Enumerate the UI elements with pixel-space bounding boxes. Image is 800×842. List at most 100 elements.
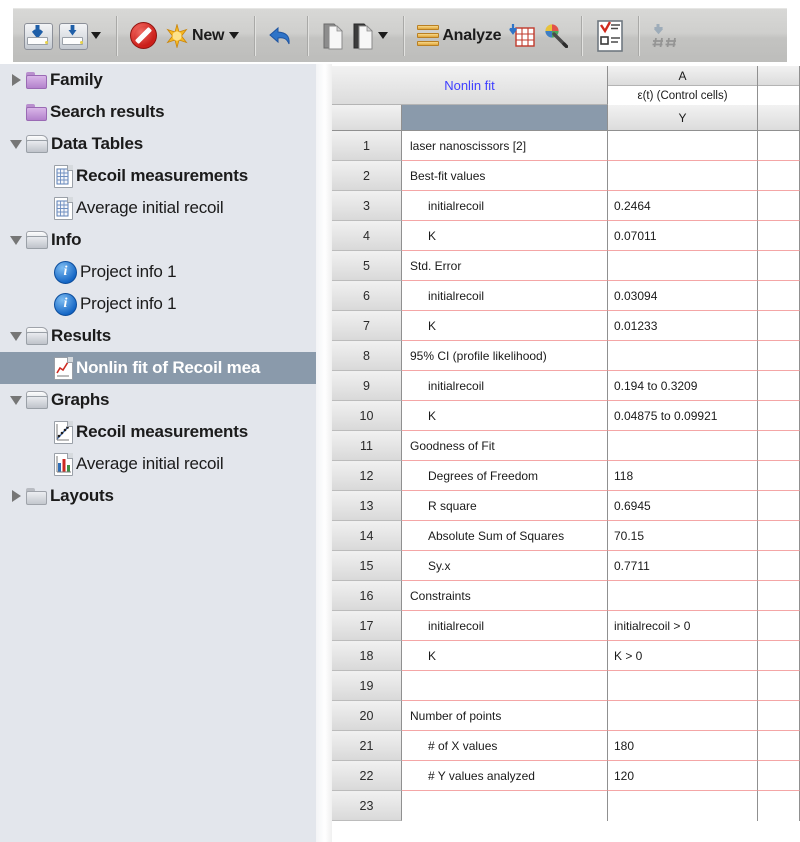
column-a-cell[interactable]: 0.194 to 0.3209 <box>608 371 758 401</box>
column-b-cell[interactable] <box>758 131 800 161</box>
sidebar-item-project-info-1[interactable]: i Project info 1 <box>0 288 316 320</box>
column-a-cell[interactable]: 0.7711 <box>608 551 758 581</box>
column-a-cell[interactable]: 0.07011 <box>608 221 758 251</box>
row-label-cell[interactable] <box>402 791 608 821</box>
row-number[interactable]: 9 <box>332 371 402 401</box>
navigator-sidebar[interactable]: Family Search results Data Tables Recoil me… <box>0 64 316 842</box>
sidebar-item-graphs[interactable]: Graphs <box>0 384 316 416</box>
row-label-cell[interactable]: K <box>402 641 608 671</box>
column-a-cell[interactable]: K > 0 <box>608 641 758 671</box>
column-b-subtitle[interactable] <box>758 86 799 105</box>
column-a-cell[interactable]: 70.15 <box>608 521 758 551</box>
chevron-down-icon[interactable] <box>91 32 101 39</box>
copy-page-button[interactable] <box>317 14 347 58</box>
column-b-cell[interactable] <box>758 491 800 521</box>
paste-page-button[interactable] <box>347 14 394 58</box>
column-b-cell[interactable] <box>758 611 800 641</box>
column-a-cell[interactable] <box>608 131 758 161</box>
disclosure-triangle-down-icon[interactable] <box>6 385 26 415</box>
row-number[interactable]: 15 <box>332 551 402 581</box>
row-number[interactable]: 10 <box>332 401 402 431</box>
row-label-cell[interactable] <box>402 671 608 701</box>
column-a-cell[interactable] <box>608 431 758 461</box>
column-a-cell[interactable]: 0.6945 <box>608 491 758 521</box>
column-b-cell[interactable] <box>758 251 800 281</box>
sidebar-item-search-results[interactable]: Search results <box>0 96 316 128</box>
column-b-cell[interactable] <box>758 371 800 401</box>
row-number[interactable]: 14 <box>332 521 402 551</box>
column-b-cell[interactable] <box>758 791 800 821</box>
column-a-cell[interactable]: 0.01233 <box>608 311 758 341</box>
column-b-cell[interactable] <box>758 281 800 311</box>
column-a-cell[interactable]: initialrecoil > 0 <box>608 611 758 641</box>
sidebar-item-project-info-1[interactable]: i Project info 1 <box>0 256 316 288</box>
row-number[interactable]: 11 <box>332 431 402 461</box>
analyze-button[interactable]: Analyze <box>413 14 505 58</box>
row-label-cell[interactable]: initialrecoil <box>402 191 608 221</box>
row-number[interactable]: 4 <box>332 221 402 251</box>
prohibit-button[interactable] <box>126 14 161 58</box>
column-b-cell[interactable] <box>758 191 800 221</box>
column-b-cell[interactable] <box>758 581 800 611</box>
row-label-cell[interactable]: K <box>402 401 608 431</box>
column-b-cell[interactable] <box>758 521 800 551</box>
column-b-cell[interactable] <box>758 551 800 581</box>
column-b-cell[interactable] <box>758 761 800 791</box>
sidebar-item-info[interactable]: Info <box>0 224 316 256</box>
column-b-cell[interactable] <box>758 461 800 491</box>
undo-button[interactable] <box>264 14 298 58</box>
row-label-cell[interactable]: K <box>402 311 608 341</box>
row-label-cell[interactable]: # Y values analyzed <box>402 761 608 791</box>
row-number[interactable]: 16 <box>332 581 402 611</box>
column-a-cell[interactable] <box>608 161 758 191</box>
column-b-cell[interactable] <box>758 311 800 341</box>
row-label-cell[interactable]: Goodness of Fit <box>402 431 608 461</box>
sidebar-item-results[interactable]: Results <box>0 320 316 352</box>
sheet-corner-cell[interactable] <box>332 105 402 131</box>
row-number[interactable]: 5 <box>332 251 402 281</box>
column-a-cell[interactable]: 118 <box>608 461 758 491</box>
export-tray-button[interactable] <box>55 14 107 58</box>
column-b-cell[interactable] <box>758 161 800 191</box>
sidebar-item-data-tables[interactable]: Data Tables <box>0 128 316 160</box>
row-number[interactable]: 19 <box>332 671 402 701</box>
row-number[interactable]: 20 <box>332 701 402 731</box>
disclosure-triangle-down-icon[interactable] <box>6 321 26 351</box>
row-label-cell[interactable]: initialrecoil <box>402 371 608 401</box>
column-b-cell[interactable] <box>758 401 800 431</box>
row-label-cell[interactable]: 95% CI (profile likelihood) <box>402 341 608 371</box>
row-label-cell[interactable]: initialrecoil <box>402 281 608 311</box>
sidebar-item-layouts[interactable]: Layouts <box>0 480 316 512</box>
column-a-cell[interactable] <box>608 581 758 611</box>
column-b-header[interactable] <box>758 66 800 105</box>
row-label-cell[interactable]: Number of points <box>402 701 608 731</box>
column-b-cell[interactable] <box>758 701 800 731</box>
row-number[interactable]: 8 <box>332 341 402 371</box>
row-number[interactable]: 21 <box>332 731 402 761</box>
chevron-down-icon[interactable] <box>378 32 389 39</box>
column-b-cell[interactable] <box>758 341 800 371</box>
row-label-cell[interactable]: Sy.x <box>402 551 608 581</box>
sidebar-item-family[interactable]: Family <box>0 64 316 96</box>
column-b-cell[interactable] <box>758 221 800 251</box>
row-number[interactable]: 23 <box>332 791 402 821</box>
magic-wand-button[interactable] <box>539 14 572 58</box>
sidebar-item-recoil-measurements[interactable]: Recoil measurements <box>0 416 316 448</box>
row-number[interactable]: 2 <box>332 161 402 191</box>
insert-data-table-button[interactable] <box>505 14 539 58</box>
new-button[interactable]: New <box>161 14 245 58</box>
column-b-cell[interactable] <box>758 431 800 461</box>
row-label-cell[interactable]: Std. Error <box>402 251 608 281</box>
row-number[interactable]: 22 <box>332 761 402 791</box>
sidebar-item-nonlin-fit-of-recoil-mea[interactable]: Nonlin fit of Recoil mea <box>0 352 316 384</box>
row-number[interactable]: 18 <box>332 641 402 671</box>
row-number[interactable]: 7 <box>332 311 402 341</box>
row-label-cell[interactable]: K <box>402 221 608 251</box>
disclosure-triangle-right-icon[interactable] <box>6 481 26 511</box>
chevron-down-icon[interactable] <box>229 32 240 39</box>
column-a-cell[interactable] <box>608 791 758 821</box>
column-b-cell[interactable] <box>758 671 800 701</box>
column-a-header[interactable]: A ε(t) (Control cells) <box>608 66 758 105</box>
row-number[interactable]: 6 <box>332 281 402 311</box>
sidebar-item-recoil-measurements[interactable]: Recoil measurements <box>0 160 316 192</box>
